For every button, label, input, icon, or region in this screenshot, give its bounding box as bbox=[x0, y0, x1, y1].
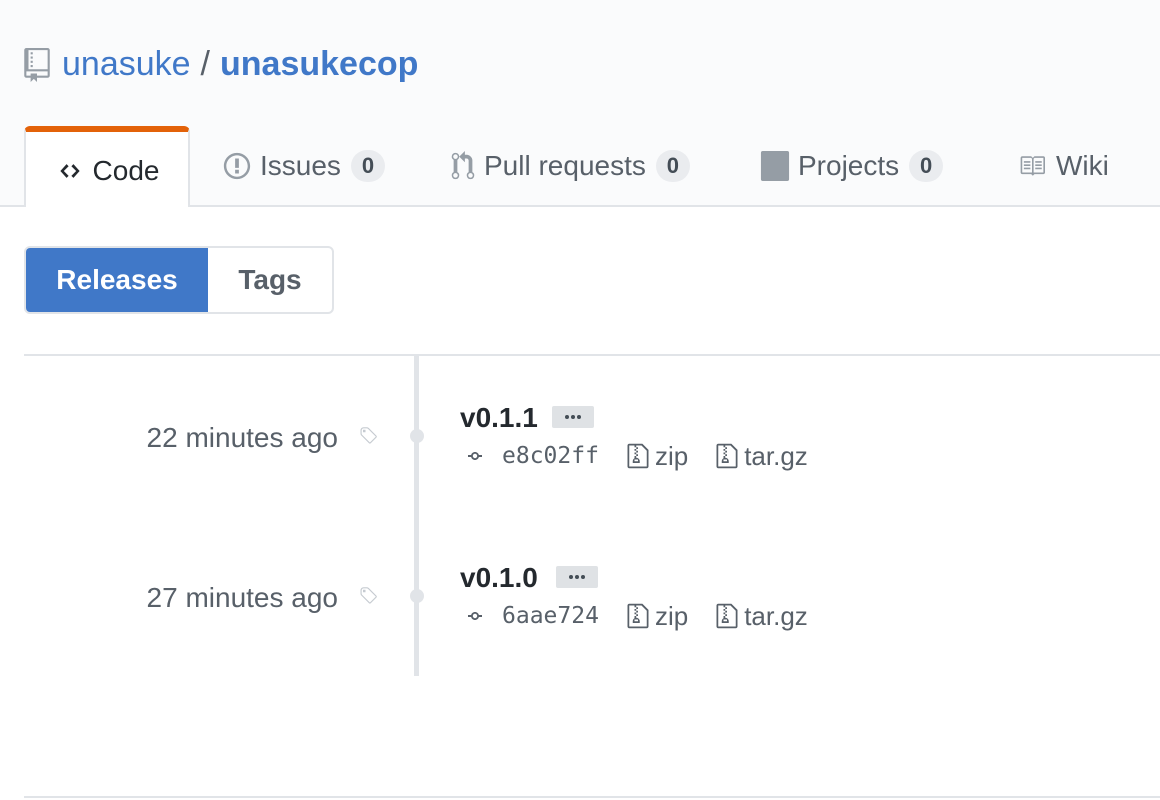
release-version-link[interactable]: v0.1.0 bbox=[460, 562, 538, 594]
file-zip-icon bbox=[716, 603, 738, 629]
tag-icon bbox=[360, 587, 377, 604]
releases-subnav: Releases Tags bbox=[24, 246, 334, 314]
projects-counter: 0 bbox=[909, 150, 944, 182]
commit-sha-link[interactable]: 6aae724 bbox=[502, 603, 599, 629]
commit-sha-link[interactable]: e8c02ff bbox=[502, 443, 599, 469]
repo-book-icon bbox=[24, 48, 50, 82]
targz-download-link[interactable]: tar.gz bbox=[716, 441, 808, 472]
repo-nav-tabs: Code Issues 0 Pull requests 0 Projects 0 bbox=[0, 126, 1160, 207]
issues-counter: 0 bbox=[350, 150, 385, 182]
tab-pull-requests-label: Pull requests bbox=[484, 150, 646, 181]
tab-code-label: Code bbox=[92, 154, 160, 186]
release-version-link[interactable]: v0.1.1 bbox=[460, 402, 538, 434]
zip-download-link[interactable]: zip bbox=[627, 601, 688, 632]
git-commit-icon bbox=[468, 452, 482, 460]
tab-projects[interactable]: Projects 0 bbox=[760, 126, 944, 206]
project-icon bbox=[760, 151, 790, 181]
targz-label: tar.gz bbox=[744, 600, 808, 631]
release-date: 22 minutes ago bbox=[146, 422, 338, 453]
repo-separator: / bbox=[200, 44, 210, 83]
zip-label: zip bbox=[654, 600, 689, 631]
repo-title: unasuke / unasukecop bbox=[24, 40, 418, 88]
repo-owner-link[interactable]: unasuke bbox=[62, 45, 191, 84]
ellipsis-icon bbox=[565, 415, 581, 419]
git-pull-request-icon bbox=[450, 151, 476, 181]
file-zip-icon bbox=[716, 443, 738, 469]
list-divider-top bbox=[24, 354, 1160, 356]
ellipsis-icon bbox=[569, 575, 585, 579]
tab-wiki[interactable]: Wiki bbox=[1016, 126, 1109, 206]
release-meta: 6aae724 zip tar.gz bbox=[460, 596, 808, 636]
tags-button[interactable]: Tags bbox=[208, 248, 332, 312]
git-commit-icon bbox=[468, 612, 482, 620]
timeline-dot bbox=[410, 429, 424, 443]
tag-icon bbox=[360, 427, 377, 444]
pull-requests-counter: 0 bbox=[655, 150, 690, 182]
zip-label: zip bbox=[654, 440, 689, 471]
book-icon bbox=[1016, 153, 1048, 179]
tab-projects-label: Projects bbox=[798, 150, 900, 181]
timeline-dot bbox=[410, 589, 424, 603]
zip-download-link[interactable]: zip bbox=[627, 441, 688, 472]
release-date: 27 minutes ago bbox=[146, 582, 338, 613]
repo-name-link[interactable]: unasukecop bbox=[220, 45, 418, 84]
issue-opened-icon bbox=[222, 151, 252, 181]
targz-label: tar.gz bbox=[744, 440, 808, 471]
code-icon bbox=[55, 160, 85, 182]
tab-code[interactable]: Code bbox=[24, 126, 190, 207]
release-more-button[interactable] bbox=[556, 566, 598, 588]
tab-pull-requests[interactable]: Pull requests 0 bbox=[450, 126, 690, 206]
releases-button[interactable]: Releases bbox=[26, 248, 208, 312]
tab-issues[interactable]: Issues 0 bbox=[222, 126, 385, 206]
release-item: 22 minutes ago v0.1.1 e8c02ff zip tar.gz bbox=[0, 390, 1160, 510]
release-meta: e8c02ff zip tar.gz bbox=[460, 436, 808, 476]
release-item: 27 minutes ago v0.1.0 6aae724 zip tar.gz bbox=[0, 550, 1160, 670]
repo-header: unasuke / unasukecop Code Issues 0 Pull … bbox=[0, 0, 1160, 207]
release-more-button[interactable] bbox=[552, 406, 594, 428]
tab-issues-label: Issues bbox=[260, 150, 341, 181]
file-zip-icon bbox=[627, 443, 649, 469]
list-divider-bottom bbox=[24, 796, 1160, 798]
tab-wiki-label: Wiki bbox=[1056, 150, 1109, 181]
targz-download-link[interactable]: tar.gz bbox=[716, 601, 808, 632]
file-zip-icon bbox=[627, 603, 649, 629]
